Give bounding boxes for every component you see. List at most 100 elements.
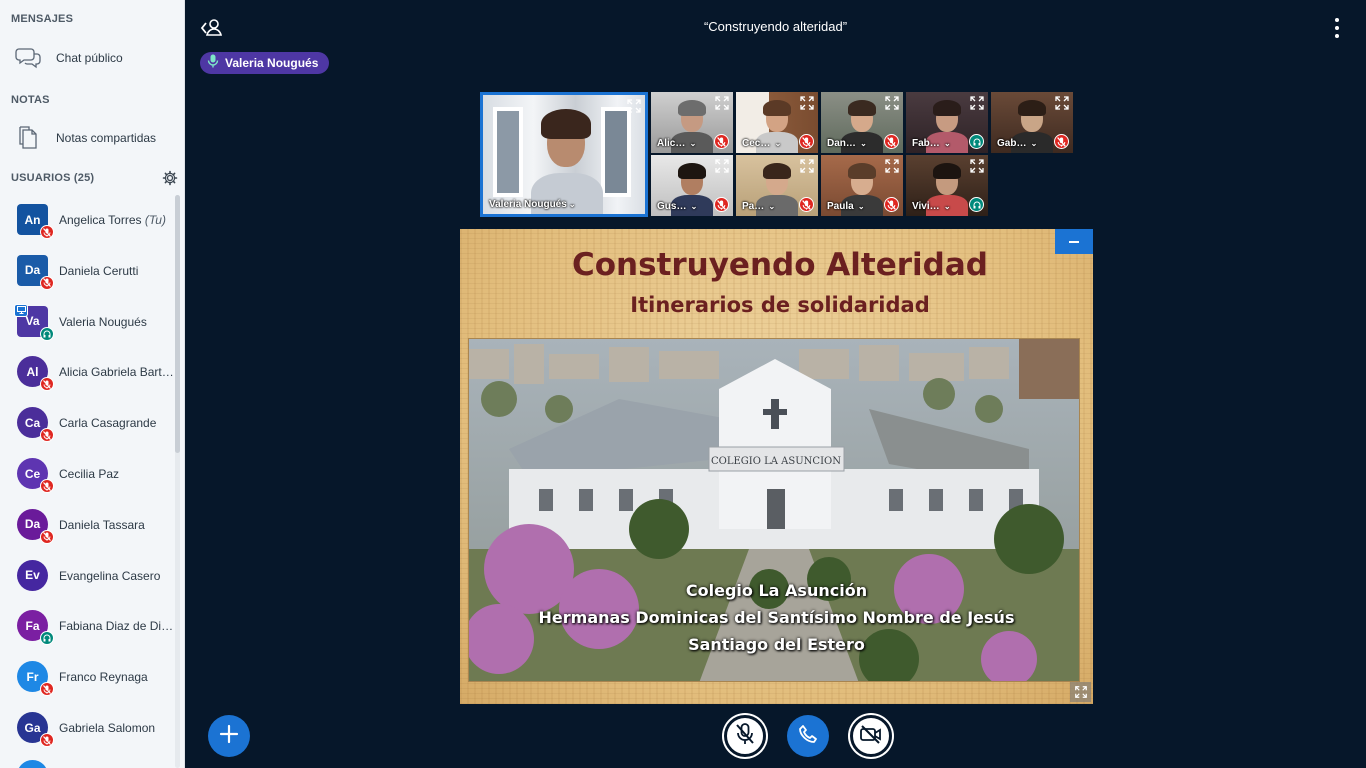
expand-icon[interactable] [884, 95, 900, 111]
video-tile-name[interactable]: Cec… ⌄ [742, 138, 781, 149]
expand-icon[interactable] [799, 95, 815, 111]
video-tile[interactable]: Cec… ⌄ [736, 92, 818, 153]
user-name: Valeria Nougués [59, 314, 147, 329]
muted-mic-icon [40, 428, 54, 443]
user-list-item[interactable]: Da Daniela Tassara [0, 500, 176, 550]
camera-button[interactable] [850, 715, 892, 757]
user-list-item[interactable]: Da Daniela Cerutti [0, 246, 176, 296]
mic-muted-icon [734, 722, 756, 751]
video-tile[interactable]: Alic… ⌄ [651, 92, 733, 153]
video-tile[interactable]: Dan… ⌄ [821, 92, 903, 153]
slide-line-3: Santiago del Estero [688, 635, 865, 654]
expand-icon[interactable] [714, 95, 730, 111]
video-tile-name[interactable]: Gus… ⌄ [657, 201, 697, 212]
talking-indicator[interactable]: Valeria Nougués [200, 52, 330, 74]
user-name: Carla Casagrande [59, 416, 157, 431]
muted-mic-icon [40, 733, 54, 747]
plus-icon [219, 724, 239, 749]
video-tile[interactable]: Pa… ⌄ [736, 155, 818, 216]
video-tile[interactable]: Paula ⌄ [821, 155, 903, 216]
user-name: Daniela Cerutti [59, 263, 139, 278]
user-list-item[interactable]: Ce Cecilia Paz [0, 449, 176, 499]
notes-document-icon [0, 126, 56, 150]
camera-off-icon [859, 724, 883, 749]
user-name: Evangelina Casero [59, 568, 161, 583]
user-list-item[interactable]: Ga Gabriela Salomon [0, 703, 176, 753]
mic-icon [207, 54, 219, 73]
user-list-item[interactable]: Ca Carla Casagrande [0, 398, 176, 448]
sidebar: MENSAJES Chat público NOTAS Notas compar… [0, 0, 185, 768]
user-name: Franco Reynaga [59, 670, 148, 685]
kebab-menu-icon[interactable] [1330, 18, 1344, 38]
muted-mic-icon [40, 225, 54, 239]
meeting-title: “Construyendo alteridad” [703, 19, 848, 34]
expand-icon[interactable] [1054, 95, 1070, 111]
video-tile[interactable]: Vivi… ⌄ [906, 155, 988, 216]
user-name: Angelica Torres (Tu) [59, 213, 166, 227]
expand-icon[interactable] [969, 158, 985, 174]
chat-bubbles-icon [0, 47, 56, 69]
video-tile[interactable]: Gus… ⌄ [651, 155, 733, 216]
muted-mic-icon [1054, 134, 1069, 149]
video-tile[interactable]: Fab… ⌄ [906, 92, 988, 153]
shared-notes-link[interactable]: Notas compartidas [0, 118, 184, 158]
mute-button[interactable] [724, 715, 766, 757]
slide-subtitle: Itinerarios de solidaridad [630, 293, 930, 317]
video-feed [483, 95, 645, 214]
user-name: Fabiana Diaz de Din… [59, 619, 175, 634]
muted-mic-icon [40, 479, 54, 493]
user-name: Gabriela Salomon [59, 721, 156, 735]
gear-icon[interactable] [162, 170, 178, 186]
actions-plus-button[interactable] [208, 715, 250, 757]
user-list-item[interactable]: Fa Fabiana Diaz de Din… [0, 601, 176, 651]
listen-only-icon [40, 631, 54, 646]
slide-title: Construyendo Alteridad [571, 247, 988, 283]
listen-only-icon [40, 326, 54, 341]
user-list-item[interactable]: Fr Franco Reynaga [0, 652, 176, 702]
notes-section-title: NOTAS [11, 94, 50, 106]
slide-photo: COLEGIO LA ASUNCION [468, 338, 1080, 682]
muted-mic-icon [40, 682, 54, 697]
muted-mic-icon [40, 529, 54, 544]
video-tile-name[interactable]: Alic… ⌄ [657, 138, 696, 149]
public-chat-label: Chat público [56, 51, 123, 65]
building-sign: COLEGIO LA ASUNCION [711, 456, 841, 467]
video-tile-name[interactable]: Paula ⌄ [827, 201, 865, 212]
video-tile[interactable]: Gab… ⌄ [991, 92, 1073, 153]
user-list-item[interactable]: Ev Evangelina Casero [0, 551, 176, 601]
video-tile-name[interactable]: Vivi… ⌄ [912, 201, 951, 212]
video-tile-name[interactable]: Fab… ⌄ [912, 138, 951, 149]
slide-line-2: Hermanas Dominicas del Santísimo Nombre … [538, 608, 1015, 627]
slide-line-1: Colegio La Asunción [685, 581, 868, 600]
shared-notes-label: Notas compartidas [56, 131, 157, 145]
muted-mic-icon [884, 134, 899, 149]
expand-icon[interactable] [714, 158, 730, 174]
muted-mic-icon [714, 134, 729, 149]
user-list-item[interactable]: An Angelica Torres (Tu) [0, 195, 176, 245]
public-chat-link[interactable]: Chat público [0, 38, 184, 78]
minimize-presentation-button[interactable] [1055, 229, 1093, 254]
video-tile-main[interactable]: Valeria Nougués ⌄ [480, 92, 648, 217]
muted-mic-icon [799, 197, 814, 212]
muted-mic-icon [40, 275, 54, 290]
user-list-item[interactable]: Va Valeria Nougués [0, 297, 176, 347]
video-tile-name[interactable]: Gab… ⌄ [997, 138, 1037, 149]
avatar [17, 760, 48, 768]
talking-user-name: Valeria Nougués [225, 56, 319, 70]
video-tile-name[interactable]: Pa… ⌄ [742, 201, 775, 212]
leave-audio-button[interactable] [787, 715, 829, 757]
phone-icon [798, 724, 818, 749]
listen-only-icon [969, 197, 984, 212]
presentation-slide[interactable]: Construyendo Alteridad Itinerarios de so… [460, 229, 1093, 704]
expand-icon[interactable] [799, 158, 815, 174]
expand-icon[interactable] [626, 98, 642, 114]
video-tile-name[interactable]: Valeria Nougués ⌄ [489, 199, 576, 210]
expand-icon[interactable] [969, 95, 985, 111]
video-tile-name[interactable]: Dan… ⌄ [827, 138, 867, 149]
users-section-title: USUARIOS (25) [11, 172, 95, 184]
muted-mic-icon [884, 197, 899, 212]
fullscreen-expand-icon[interactable] [1070, 682, 1091, 702]
expand-icon[interactable] [884, 158, 900, 174]
user-name: Alicia Gabriela Bart… [59, 365, 174, 380]
user-list-item[interactable]: Al Alicia Gabriela Bart… [0, 347, 176, 397]
